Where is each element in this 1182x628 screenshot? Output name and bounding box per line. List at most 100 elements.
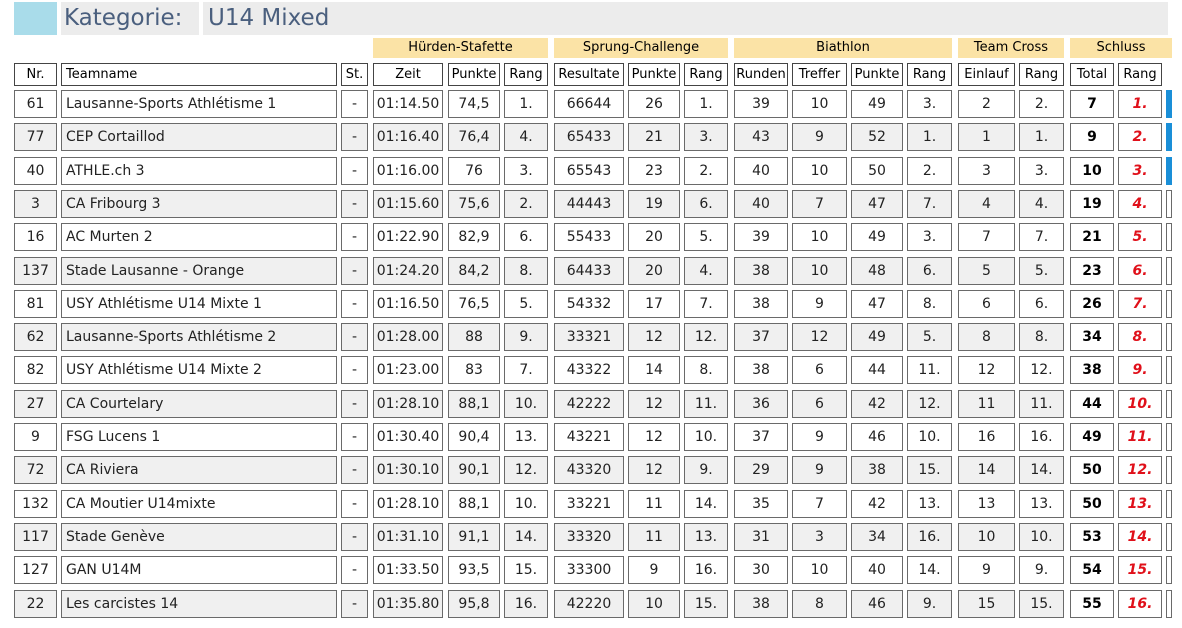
cell-teamname: CA Fribourg 3: [61, 190, 337, 218]
cell-huerden-rang: 13.: [504, 423, 548, 451]
cell-sprung-punkte: 12: [628, 456, 680, 484]
cell-sprung-punkte: 20: [628, 223, 680, 251]
cell-sprung-resultate: 42222: [554, 390, 624, 418]
cell-biathlon-treffer: 7: [792, 490, 847, 518]
cell-sprung-rang: 9.: [684, 456, 728, 484]
cell-total: 9: [1070, 123, 1114, 151]
cell-final-rang: 10.: [1118, 390, 1162, 418]
cell-biathlon-punkte: 48: [851, 257, 903, 285]
cell-cross-einlauf: 2: [958, 90, 1015, 118]
cell-sprung-resultate: 33300: [554, 556, 624, 584]
cell-biathlon-rang: 13.: [907, 490, 952, 518]
cell-huerden-punkte: 90,4: [448, 423, 500, 451]
cell-biathlon-treffer: 9: [792, 456, 847, 484]
cell-teamname: FSG Lucens 1: [61, 423, 337, 451]
cell-final-rang: 9.: [1118, 356, 1162, 384]
cell-sprung-punkte: 19: [628, 190, 680, 218]
cell-biathlon-runden: 40: [734, 190, 788, 218]
cell-nr: 3: [14, 190, 57, 218]
group-biathlon: Biathlon: [734, 38, 952, 58]
cell-huerden-rang: 14.: [504, 523, 548, 551]
row-flag-marker: [1166, 356, 1172, 384]
cell-biathlon-rang: 5.: [907, 323, 952, 351]
cell-huerden-rang: 16.: [504, 590, 548, 618]
cell-biathlon-punkte: 42: [851, 490, 903, 518]
cell-teamname: Lausanne-Sports Athlétisme 1: [61, 90, 337, 118]
cell-huerden-punkte: 74,5: [448, 90, 500, 118]
cell-biathlon-punkte: 40: [851, 556, 903, 584]
cell-status: -: [341, 290, 368, 318]
cell-sprung-resultate: 55433: [554, 223, 624, 251]
cell-cross-rang: 5.: [1019, 257, 1064, 285]
cell-nr: 27: [14, 390, 57, 418]
cell-nr: 22: [14, 590, 57, 618]
cell-biathlon-treffer: 10: [792, 157, 847, 185]
col-header-teamname: Teamname: [61, 63, 337, 86]
cell-final-rang: 11.: [1118, 423, 1162, 451]
cell-cross-rang: 3.: [1019, 157, 1064, 185]
cell-biathlon-runden: 37: [734, 323, 788, 351]
cell-huerden-rang: 3.: [504, 157, 548, 185]
cell-cross-rang: 11.: [1019, 390, 1064, 418]
cell-sprung-resultate: 33320: [554, 523, 624, 551]
cell-teamname: CEP Cortaillod: [61, 123, 337, 151]
cell-teamname: CA Riviera: [61, 456, 337, 484]
cell-sprung-resultate: 43322: [554, 356, 624, 384]
cell-status: -: [341, 390, 368, 418]
cell-total: 21: [1070, 223, 1114, 251]
cell-biathlon-punkte: 42: [851, 390, 903, 418]
cell-biathlon-rang: 8.: [907, 290, 952, 318]
cell-sprung-resultate: 44443: [554, 190, 624, 218]
cell-nr: 77: [14, 123, 57, 151]
cell-biathlon-punkte: 52: [851, 123, 903, 151]
cell-huerden-rang: 2.: [504, 190, 548, 218]
cell-sprung-punkte: 9: [628, 556, 680, 584]
row-flag-marker: [1166, 590, 1172, 618]
col-header-biathlon-rang: Rang: [907, 63, 952, 86]
cell-huerden-zeit: 01:35.80: [373, 590, 443, 618]
cell-biathlon-runden: 39: [734, 90, 788, 118]
cell-nr: 72: [14, 456, 57, 484]
cell-biathlon-treffer: 6: [792, 390, 847, 418]
cell-final-rang: 3.: [1118, 157, 1162, 185]
cell-huerden-zeit: 01:16.00: [373, 157, 443, 185]
cell-biathlon-punkte: 46: [851, 590, 903, 618]
cell-cross-rang: 15.: [1019, 590, 1064, 618]
cell-huerden-punkte: 91,1: [448, 523, 500, 551]
row-flag-marker: [1166, 223, 1172, 251]
cell-cross-rang: 13.: [1019, 490, 1064, 518]
cell-teamname: Stade Genève: [61, 523, 337, 551]
cell-sprung-resultate: 54332: [554, 290, 624, 318]
row-flag-marker: [1166, 123, 1172, 151]
cell-final-rang: 4.: [1118, 190, 1162, 218]
cell-total: 10: [1070, 157, 1114, 185]
cell-huerden-punkte: 88,1: [448, 390, 500, 418]
cell-cross-einlauf: 5: [958, 257, 1015, 285]
cell-sprung-resultate: 66644: [554, 90, 624, 118]
cell-final-rang: 7.: [1118, 290, 1162, 318]
cell-cross-einlauf: 8: [958, 323, 1015, 351]
col-header-huerden-rang: Rang: [504, 63, 548, 86]
cell-biathlon-punkte: 34: [851, 523, 903, 551]
cell-huerden-zeit: 01:24.20: [373, 257, 443, 285]
cell-sprung-rang: 3.: [684, 123, 728, 151]
cell-sprung-punkte: 14: [628, 356, 680, 384]
cell-biathlon-treffer: 9: [792, 123, 847, 151]
cell-sprung-punkte: 11: [628, 523, 680, 551]
cell-nr: 16: [14, 223, 57, 251]
cell-total: 53: [1070, 523, 1114, 551]
cell-biathlon-treffer: 3: [792, 523, 847, 551]
cell-status: -: [341, 356, 368, 384]
row-flag-marker: [1166, 523, 1172, 551]
cell-nr: 62: [14, 323, 57, 351]
row-flag-marker: [1166, 257, 1172, 285]
cell-sprung-punkte: 20: [628, 257, 680, 285]
col-header-cross-einlauf: Einlauf: [958, 63, 1015, 86]
cell-status: -: [341, 190, 368, 218]
cell-biathlon-punkte: 44: [851, 356, 903, 384]
row-flag-marker: [1166, 290, 1172, 318]
cell-huerden-rang: 5.: [504, 290, 548, 318]
col-header-sprung-resultate: Resultate: [554, 63, 624, 86]
cell-teamname: Stade Lausanne - Orange: [61, 257, 337, 285]
row-flag-marker: [1166, 423, 1172, 451]
